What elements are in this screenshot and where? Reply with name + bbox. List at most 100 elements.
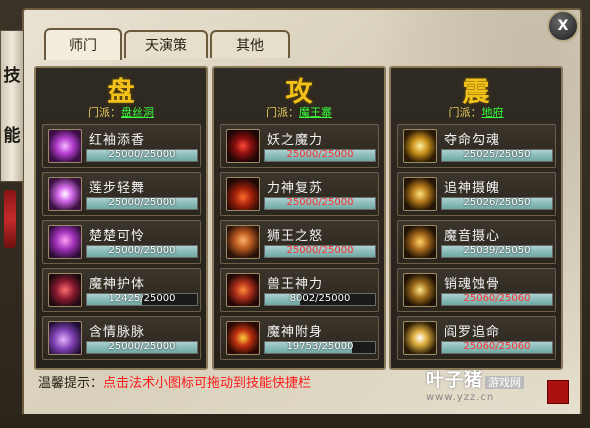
tab-shimen[interactable]: 师门 bbox=[44, 28, 122, 60]
skill-row: 力神复苏 25000/25000 bbox=[220, 172, 379, 216]
progress-text: 25060/25060 bbox=[463, 293, 531, 304]
skill-row: 魔神附身 19753/25000 bbox=[220, 316, 379, 360]
skill-progress-bar: 25060/25060 bbox=[441, 293, 553, 306]
skill-progress-bar: 12425/25000 bbox=[86, 293, 198, 306]
watermark-badge: 游戏网 bbox=[485, 376, 524, 389]
banner-char-2: 能 bbox=[3, 126, 21, 146]
watermark-url: www.yzz.cn bbox=[426, 392, 495, 403]
progress-text: 25060/25060 bbox=[463, 341, 531, 352]
progress-text: 25039/25050 bbox=[463, 245, 531, 256]
skill-progress-bar: 25000/25000 bbox=[86, 245, 198, 258]
progress-text: 25025/25050 bbox=[463, 149, 531, 160]
skill-progress-bar: 25025/25050 bbox=[441, 149, 553, 162]
skill-row: 阎罗追命 25060/25060 bbox=[397, 316, 556, 360]
golden-swirl-icon[interactable] bbox=[403, 225, 437, 259]
skill-name: 含情脉脉 bbox=[89, 325, 146, 340]
school-prefix: 门派： bbox=[266, 106, 299, 119]
red-claw-icon[interactable] bbox=[226, 177, 260, 211]
golden-star-icon[interactable] bbox=[403, 321, 437, 355]
skill-name: 魔音摄心 bbox=[444, 229, 501, 244]
skill-progress-bar: 25026/25050 bbox=[441, 197, 553, 210]
school-line: 门派：地府 bbox=[391, 104, 561, 120]
school-prefix: 门派： bbox=[448, 106, 482, 119]
progress-text: 12425/25000 bbox=[108, 293, 176, 304]
skill-column-2: 攻门派：魔王寨 妖之魔力 25000/25000 力神复苏 25000/25000 狮王之… bbox=[212, 66, 386, 370]
pink-burst-icon[interactable] bbox=[48, 177, 82, 211]
skill-progress-bar: 25039/25050 bbox=[441, 245, 553, 258]
seal-stamp bbox=[547, 380, 569, 404]
skill-progress-bar: 25060/25060 bbox=[441, 341, 553, 354]
progress-text: 19753/25000 bbox=[286, 341, 354, 352]
demon-face-icon[interactable] bbox=[48, 273, 82, 307]
skill-row: 销魂蚀骨 25060/25060 bbox=[397, 268, 556, 312]
skill-row: 红袖添香 25000/25000 bbox=[42, 124, 201, 168]
skill-row: 魔神护体 12425/25000 bbox=[42, 268, 201, 312]
golden-serpent-icon[interactable] bbox=[403, 273, 437, 307]
skill-progress-bar: 25000/25000 bbox=[86, 197, 198, 210]
hint-label: 温馨提示： bbox=[38, 376, 104, 391]
skill-name: 狮王之怒 bbox=[267, 229, 324, 244]
skill-progress-bar: 19753/25000 bbox=[264, 341, 376, 354]
skill-progress-bar: 25000/25000 bbox=[264, 245, 376, 258]
lion-icon[interactable] bbox=[226, 225, 260, 259]
watermark-main: 叶子猪 bbox=[426, 370, 483, 391]
bottom-strip bbox=[0, 414, 590, 428]
progress-text: 25000/25000 bbox=[108, 341, 176, 352]
progress-text: 25000/25000 bbox=[286, 245, 354, 256]
hint-line: 温馨提示：点击法术小图标可拖动到技能快捷栏 bbox=[38, 372, 311, 391]
skill-name: 楚楚可怜 bbox=[89, 229, 146, 244]
school-link[interactable]: 魔王寨 bbox=[299, 106, 332, 119]
skill-row: 兽王神力 8002/25000 bbox=[220, 268, 379, 312]
skill-name: 魔神附身 bbox=[267, 325, 324, 340]
tassel-decoration bbox=[4, 190, 16, 248]
golden-orb-icon[interactable] bbox=[403, 177, 437, 211]
progress-text: 25000/25000 bbox=[286, 197, 354, 208]
skill-column-1: 盘门派：盘丝洞 红袖添香 25000/25000 莲步轻舞 25000/25000 楚楚可… bbox=[34, 66, 208, 370]
banner-char-1: 技 bbox=[3, 66, 21, 86]
skill-row: 追神摄魄 25026/25050 bbox=[397, 172, 556, 216]
demon-mask-icon[interactable] bbox=[226, 321, 260, 355]
skill-name: 红袖添香 bbox=[89, 133, 146, 148]
pink-spark-icon[interactable] bbox=[48, 321, 82, 355]
pink-glow-icon[interactable] bbox=[48, 225, 82, 259]
skill-row: 莲步轻舞 25000/25000 bbox=[42, 172, 201, 216]
red-spiral-icon[interactable] bbox=[226, 129, 260, 163]
beast-icon[interactable] bbox=[226, 273, 260, 307]
progress-text: 25026/25050 bbox=[463, 197, 531, 208]
school-link[interactable]: 地府 bbox=[482, 106, 504, 119]
skill-row: 楚楚可怜 25000/25000 bbox=[42, 220, 201, 264]
pink-swirl-icon[interactable] bbox=[48, 129, 82, 163]
skill-name: 追神摄魄 bbox=[444, 181, 501, 196]
close-button[interactable]: X bbox=[547, 10, 579, 42]
tab-other[interactable]: 其他 bbox=[210, 30, 290, 58]
skill-name: 兽王神力 bbox=[267, 277, 324, 292]
skill-row: 妖之魔力 25000/25000 bbox=[220, 124, 379, 168]
skill-progress-bar: 25000/25000 bbox=[86, 149, 198, 162]
skill-progress-bar: 25000/25000 bbox=[264, 149, 376, 162]
skill-column-3: 震门派：地府 夺命勾魂 25025/25050 追神摄魄 25026/25050 魔音摄心… bbox=[389, 66, 563, 370]
golden-ring-icon[interactable] bbox=[403, 129, 437, 163]
skill-name: 魔神护体 bbox=[89, 277, 146, 292]
progress-text: 25000/25000 bbox=[108, 245, 176, 256]
skill-name: 妖之魔力 bbox=[267, 133, 324, 148]
school-prefix: 门派： bbox=[88, 106, 121, 119]
skill-name: 销魂蚀骨 bbox=[444, 277, 501, 292]
tab-tianyance[interactable]: 天演策 bbox=[124, 30, 208, 58]
skill-name: 莲步轻舞 bbox=[89, 181, 146, 196]
progress-text: 25000/25000 bbox=[108, 197, 176, 208]
skill-row: 魔音摄心 25039/25050 bbox=[397, 220, 556, 264]
skill-name: 力神复苏 bbox=[267, 181, 324, 196]
skill-name: 夺命勾魂 bbox=[444, 133, 501, 148]
progress-text: 8002/25000 bbox=[289, 293, 351, 304]
school-link[interactable]: 盘丝洞 bbox=[121, 106, 154, 119]
skill-row: 狮王之怒 25000/25000 bbox=[220, 220, 379, 264]
watermark: 叶子猪 游戏网 www.yzz.cn bbox=[426, 366, 524, 403]
skill-row: 夺命勾魂 25025/25050 bbox=[397, 124, 556, 168]
skill-progress-bar: 8002/25000 bbox=[264, 293, 376, 306]
skills-window: 技 能 X 师门 天演策 其他 盘门派：盘丝洞 红袖添香 25000/25000 莲步… bbox=[0, 0, 590, 428]
school-line: 门派：盘丝洞 bbox=[36, 104, 206, 120]
skill-name: 阎罗追命 bbox=[444, 325, 501, 340]
skill-progress-bar: 25000/25000 bbox=[264, 197, 376, 210]
skill-row: 含情脉脉 25000/25000 bbox=[42, 316, 201, 360]
hint-text: 点击法术小图标可拖动到技能快捷栏 bbox=[103, 376, 312, 391]
